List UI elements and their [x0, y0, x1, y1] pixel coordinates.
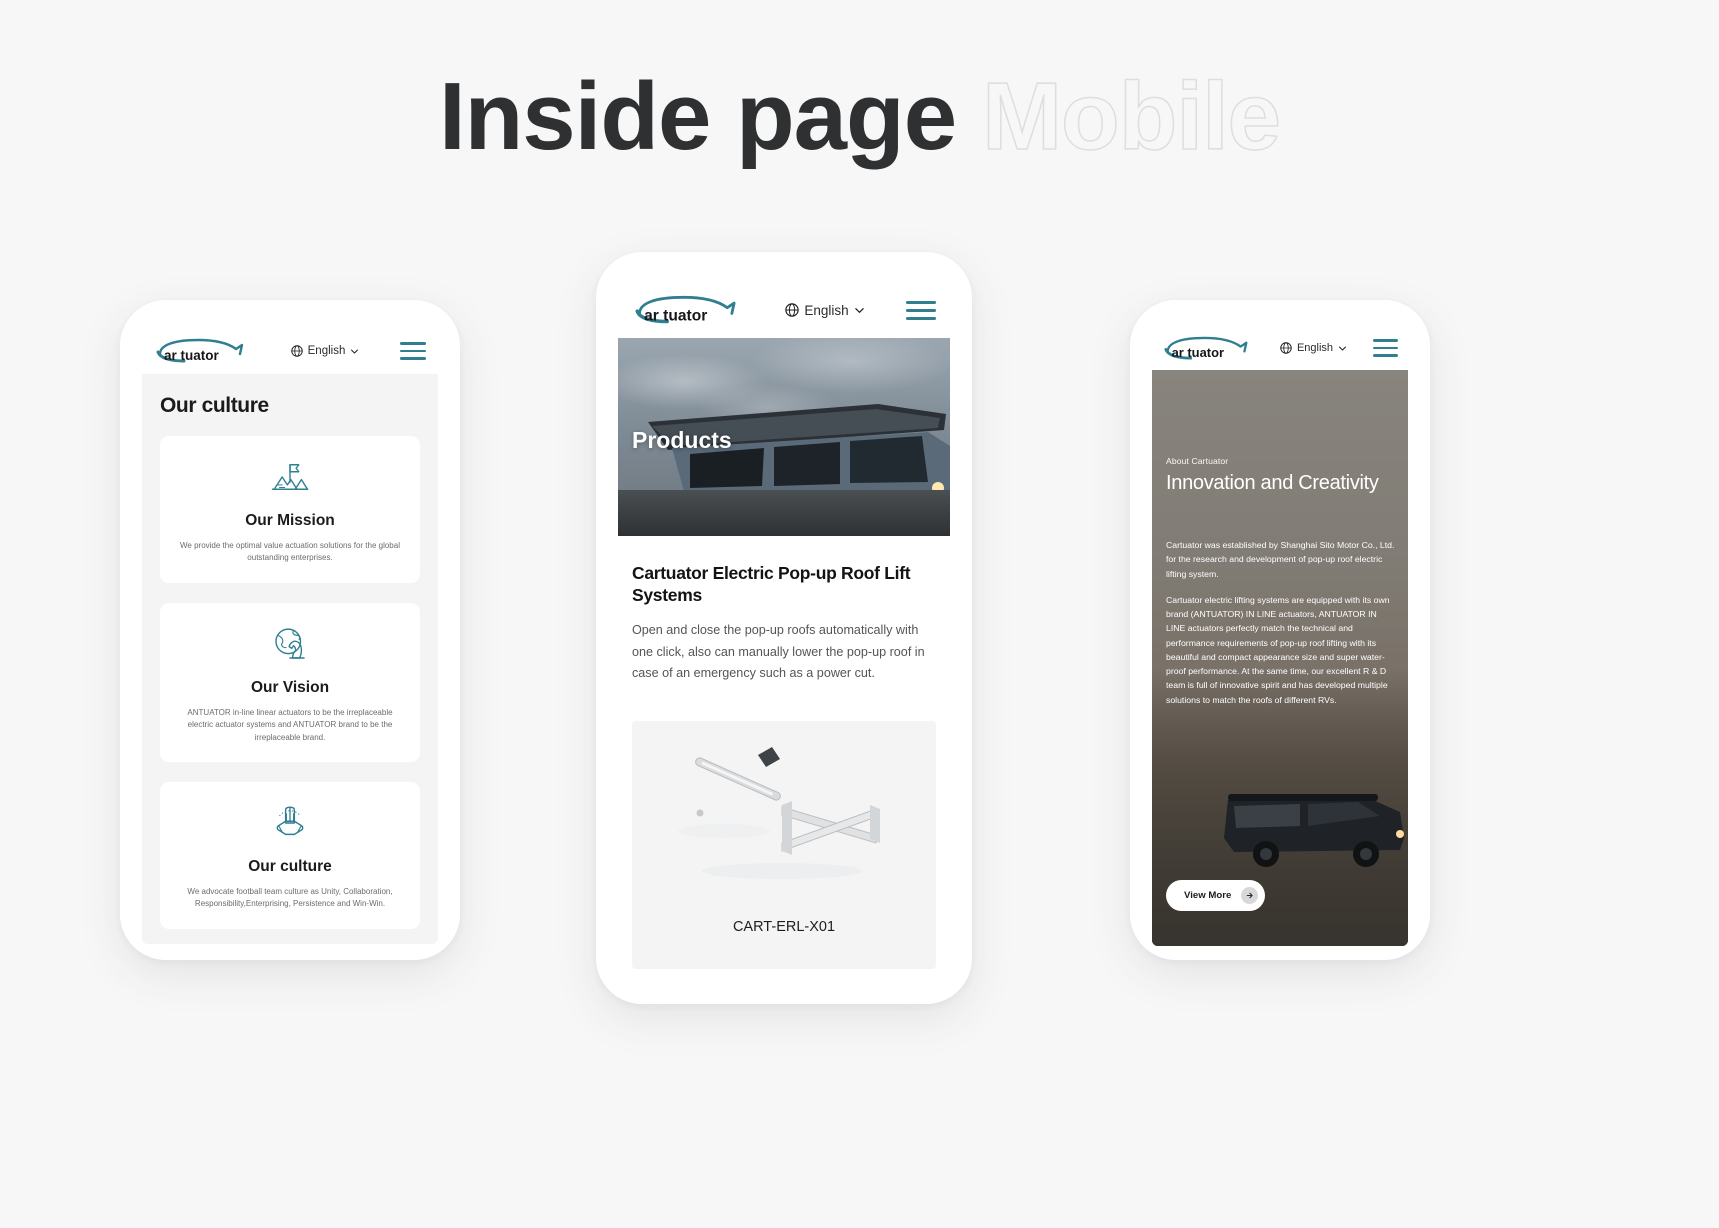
about-content: About Cartuator Innovation and Creativit…: [1166, 456, 1398, 707]
product-description: Open and close the pop-up roofs automati…: [632, 623, 925, 681]
globe-icon: [1280, 342, 1292, 354]
menu-bar: [400, 357, 426, 360]
phone1-screen: ar tuator English Our culture Our Missio…: [142, 328, 438, 944]
product-title: Cartuator Electric Pop-up Roof Lift Syst…: [632, 563, 911, 606]
card-description: We advocate football team culture as Uni…: [187, 886, 393, 909]
about-title: Innovation and Creativity: [1166, 472, 1379, 494]
phone-mockup-culture: ar tuator English Our culture Our Missio…: [120, 300, 460, 960]
hero-ground: [618, 490, 950, 536]
phone-mockup-about: ar tuator English About Cartuator Innova…: [1130, 300, 1430, 960]
phone2-screen: ar tuator English Products Cartuator Ele…: [618, 282, 950, 986]
about-paragraph: Cartuator was established by Shanghai Si…: [1166, 540, 1395, 579]
hamburger-menu-icon[interactable]: [400, 342, 426, 360]
page-title-solid: Inside page: [438, 63, 957, 170]
hero-banner: Products: [618, 338, 950, 536]
culture-card-vision[interactable]: Our Vision ANTUATOR in-line linear actua…: [160, 602, 420, 762]
page-title-outline: Mobile: [981, 62, 1281, 171]
card-description: We provide the optimal value actuation s…: [180, 541, 400, 563]
about-kicker: About Cartuator: [1166, 456, 1229, 466]
navbar: ar tuator English: [1152, 326, 1408, 370]
menu-bar: [906, 316, 936, 320]
hamburger-menu-icon[interactable]: [906, 300, 936, 320]
menu-bar: [906, 308, 936, 312]
page-title: Inside page Mobile: [0, 62, 1719, 172]
about-paragraphs: Cartuator was established by Shanghai Si…: [1166, 538, 1398, 707]
menu-bar: [906, 300, 936, 304]
language-selector[interactable]: English: [1280, 342, 1347, 354]
phone3-bezel: ar tuator English About Cartuator Innova…: [1130, 300, 1430, 960]
language-label: English: [307, 345, 346, 357]
card-description: ANTUATOR in-line linear actuators to be …: [187, 707, 393, 742]
navbar: ar tuator English: [618, 282, 950, 338]
globe-icon: [290, 345, 303, 357]
product-section: Cartuator Electric Pop-up Roof Lift Syst…: [618, 536, 950, 970]
hero-label: Products: [632, 427, 732, 453]
svg-text:ar tuator: ar tuator: [164, 348, 220, 363]
mountain-flag-icon: [174, 456, 406, 498]
phone2-bezel: ar tuator English Products Cartuator Ele…: [596, 252, 972, 1004]
logo-icon[interactable]: ar tuator: [1162, 336, 1254, 361]
logo-icon[interactable]: ar tuator: [632, 295, 744, 325]
card-title: Our Vision: [250, 678, 330, 696]
chevron-down-icon: [1339, 346, 1347, 350]
svg-text:ar tuator: ar tuator: [1172, 345, 1224, 360]
poster-canvas: Inside page Mobile ar tuator English Our…: [0, 0, 1719, 1228]
card-title: Our Mission: [245, 512, 335, 529]
globe-chess-knight-icon: [174, 623, 406, 665]
culture-card-culture[interactable]: Our culture We advocate football team cu…: [160, 781, 420, 929]
card-title: Our culture: [248, 857, 332, 875]
chevron-down-icon: [351, 349, 359, 353]
menu-bar: [1372, 346, 1398, 350]
view-more-label: View More: [1184, 890, 1232, 901]
phone3-screen: ar tuator English About Cartuator Innova…: [1152, 326, 1408, 946]
logo-icon[interactable]: ar tuator: [154, 338, 250, 364]
language-label: English: [1296, 342, 1334, 354]
camper-van-illustration: [1224, 794, 1404, 867]
navbar: ar tuator English: [142, 328, 438, 374]
about-hero: About Cartuator Innovation and Creativit…: [1152, 370, 1408, 946]
menu-bar: [1372, 339, 1398, 342]
teamwork-hands-icon: [174, 802, 406, 844]
language-selector[interactable]: English: [785, 303, 864, 318]
menu-bar: [400, 349, 426, 353]
view-more-button[interactable]: View More: [1166, 880, 1266, 911]
phone1-bezel: ar tuator English Our culture Our Missio…: [120, 300, 460, 960]
hamburger-menu-icon[interactable]: [1372, 339, 1398, 357]
menu-bar: [1372, 354, 1398, 357]
chevron-down-icon: [854, 307, 864, 313]
arrow-right-icon: [1241, 887, 1259, 904]
language-label: English: [804, 302, 849, 318]
section-heading: Our culture: [160, 394, 269, 417]
svg-text:ar tuator: ar tuator: [644, 307, 707, 324]
product-sku: CART-ERL-X01: [732, 919, 836, 936]
culture-card-mission[interactable]: Our Mission We provide the optimal value…: [160, 436, 420, 583]
phone-mockup-products: ar tuator English Products Cartuator Ele…: [596, 252, 972, 1004]
globe-icon: [785, 303, 800, 317]
product-card[interactable]: CART-ERL-X01: [632, 721, 936, 970]
scissor-lift-actuator-photo: [678, 747, 880, 880]
culture-page-body: Our culture Our Mission We provide the o…: [142, 374, 438, 944]
menu-bar: [400, 342, 426, 345]
language-selector[interactable]: English: [290, 345, 360, 357]
about-paragraph: Cartuator electric lifting systems are e…: [1166, 594, 1390, 705]
